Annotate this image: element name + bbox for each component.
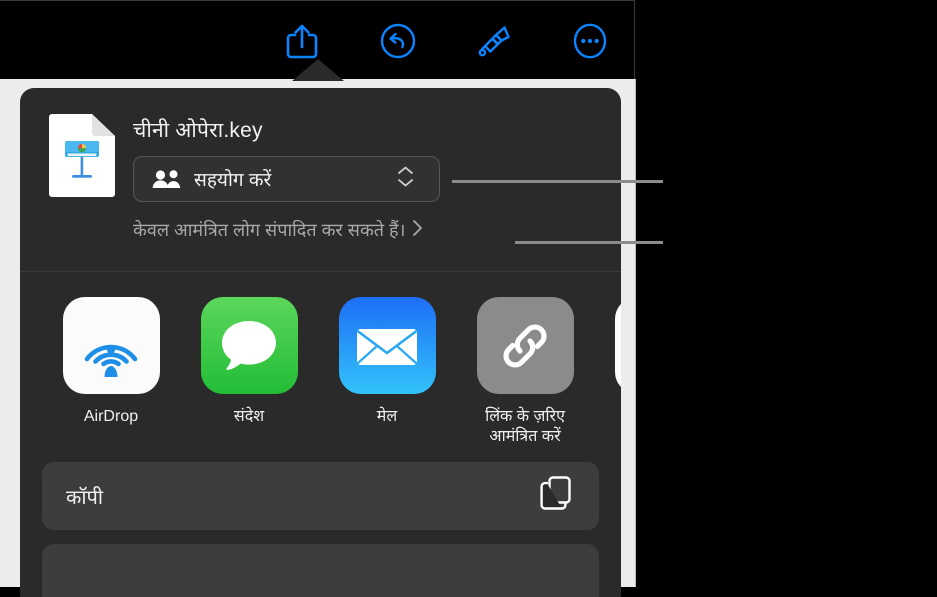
share-sheet: चीनी ओपेरा.key सहयोग करें केवल आमंत्रित … xyxy=(20,88,621,597)
keynote-document-icon xyxy=(47,113,117,199)
permission-text: केवल आमंत्रित लोग संपादित कर सकते हैं। xyxy=(133,220,406,240)
link-icon xyxy=(476,297,574,394)
share-target-airdrop[interactable]: AirDrop xyxy=(42,297,180,427)
more-ellipsis-icon xyxy=(571,22,609,60)
share-popover: चीनी ओपेरा.key सहयोग करें केवल आमंत्रित … xyxy=(0,79,636,597)
share-target-more-apps[interactable]: f xyxy=(594,297,621,427)
copy-documents-icon xyxy=(539,476,573,517)
share-target-mail[interactable]: मेल xyxy=(318,297,456,427)
paintbrush-icon xyxy=(474,21,514,61)
share-popover-wrapper: चीनी ओपेरा.key सहयोग करें केवल आमंत्रित … xyxy=(0,59,636,597)
colored-dots-icon xyxy=(614,297,621,394)
mail-icon xyxy=(338,297,436,394)
two-people-icon xyxy=(152,169,182,189)
share-icon xyxy=(285,22,319,60)
airdrop-icon xyxy=(62,297,160,394)
share-target-messages[interactable]: संदेश xyxy=(180,297,318,427)
next-action-row[interactable] xyxy=(42,544,599,597)
chevron-right-icon xyxy=(412,219,423,242)
share-target-label: मेल xyxy=(376,408,398,425)
share-target-clipped-wrapper: f xyxy=(594,297,621,427)
share-target-label: संदेश xyxy=(233,408,265,425)
share-target-invite-link[interactable]: लिंक के ज़रिए आमंत्रित करें xyxy=(456,297,594,448)
share-target-label: AirDrop xyxy=(83,408,139,425)
format-button[interactable] xyxy=(472,19,516,63)
share-target-label: लिंक के ज़रिए आमंत्रित करें xyxy=(485,408,565,446)
copy-action-label: कॉपी xyxy=(66,486,104,509)
vertical-scroll-indicator[interactable] xyxy=(622,97,633,587)
permission-row[interactable]: केवल आमंत्रित लोग संपादित कर सकते हैं। xyxy=(133,218,423,242)
undo-button[interactable] xyxy=(376,19,420,63)
messages-icon xyxy=(200,297,298,394)
share-target-label: f xyxy=(598,407,621,427)
document-title: चीनी ओपेरा.key xyxy=(133,119,263,142)
more-button[interactable] xyxy=(568,19,612,63)
callout-line-collaborate xyxy=(452,180,663,183)
up-down-chevron-icon xyxy=(397,165,414,194)
screen-root: चीनी ओपेरा.key सहयोग करें केवल आमंत्रित … xyxy=(0,0,937,597)
collaborate-button[interactable]: सहयोग करें xyxy=(133,156,440,202)
undo-icon xyxy=(379,22,417,60)
share-button[interactable] xyxy=(280,19,324,63)
callout-line-permission xyxy=(515,241,663,244)
collaborate-label: सहयोग करें xyxy=(194,170,272,191)
copy-action-row[interactable]: कॉपी xyxy=(42,462,599,530)
share-actions-list: कॉपी xyxy=(20,462,621,597)
share-targets-row: AirDrop संदेश मेल लिंक के ज़रिए आमंत्रित… xyxy=(20,272,621,462)
popover-caret xyxy=(292,59,344,81)
